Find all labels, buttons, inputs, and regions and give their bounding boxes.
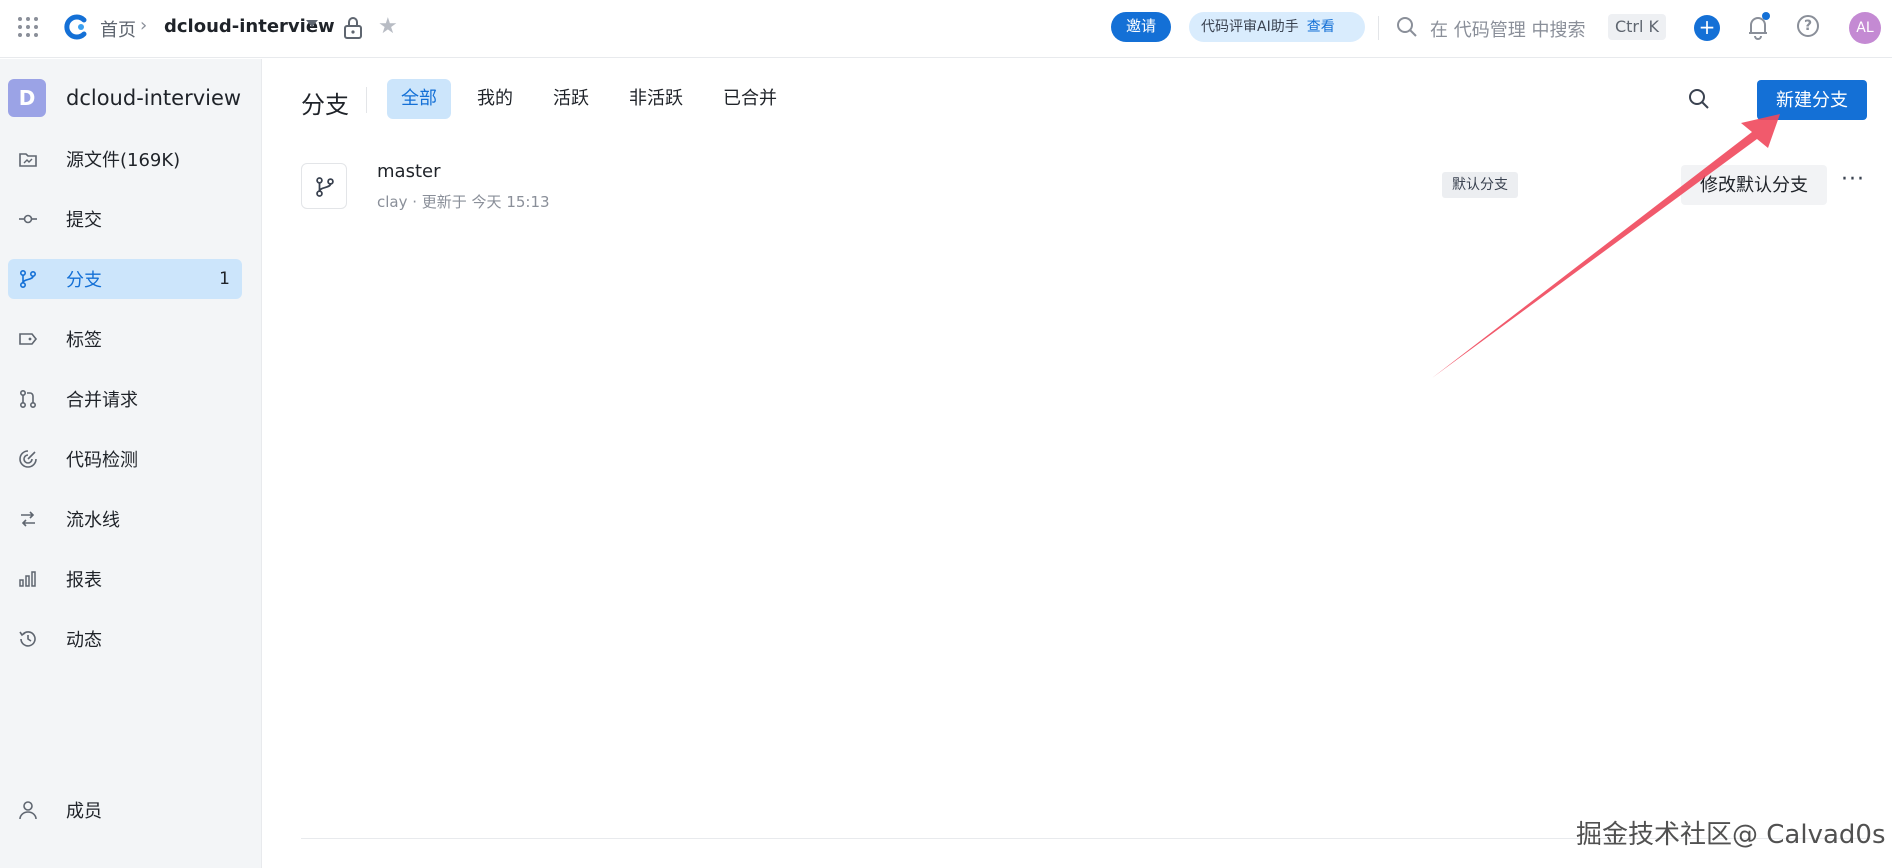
list-item: master clay · 更新于 今天 15:13 默认分支 修改默认分支 ·… xyxy=(301,159,1871,229)
sidebar-item-label: 源文件(169K) xyxy=(66,150,181,171)
create-plus-button[interactable]: + xyxy=(1694,15,1720,41)
code-scan-icon xyxy=(19,450,37,468)
filter-tabs: 全部 我的 活跃 非活跃 已合并 xyxy=(387,79,803,119)
new-branch-button[interactable]: 新建分支 xyxy=(1757,80,1867,120)
repo-name: dcloud-interview xyxy=(66,86,242,110)
change-default-branch-button[interactable]: 修改默认分支 xyxy=(1681,165,1827,205)
branch-count: 1 xyxy=(219,269,230,289)
sidebar-item-label: 提交 xyxy=(66,210,102,231)
branch-meta: clay · 更新于 今天 15:13 xyxy=(377,193,550,211)
breadcrumb-home[interactable]: 首页 xyxy=(100,16,136,42)
ai-assistant-pill[interactable]: 代码评审AI助手 查看 xyxy=(1189,12,1365,42)
chevron-right-icon: › xyxy=(140,15,148,36)
sidebar-item-label: 标签 xyxy=(66,330,102,351)
commit-icon xyxy=(19,214,37,224)
pipeline-icon xyxy=(21,511,35,527)
sidebar-item-label: 代码检测 xyxy=(66,450,138,471)
tab-merged[interactable]: 已合并 xyxy=(709,79,791,119)
sidebar-item-reports[interactable]: 报表 xyxy=(8,559,242,599)
logo-icon[interactable] xyxy=(62,13,90,41)
sidebar: D dcloud-interview 源文件(169K) 提交 分支 1 标签 … xyxy=(0,59,262,868)
lock-icon xyxy=(344,17,362,39)
repo-header[interactable]: D dcloud-interview xyxy=(8,79,241,117)
divider xyxy=(1378,16,1379,40)
search-icon[interactable] xyxy=(1396,16,1418,38)
branch-icon xyxy=(301,163,347,209)
more-icon[interactable]: ··· xyxy=(1841,167,1865,192)
top-bar: 首页 › dcloud-interview ★ 邀请 代码评审AI助手 查看 在 … xyxy=(0,0,1892,58)
sidebar-nav: 源文件(169K) 提交 分支 1 标签 合并请求 代码检测 流水线 报表 动态 xyxy=(8,139,242,679)
search-input[interactable]: 在 代码管理 中搜索 xyxy=(1430,16,1585,42)
sidebar-item-label: 流水线 xyxy=(66,510,120,531)
search-icon[interactable] xyxy=(1687,87,1711,111)
divider xyxy=(366,87,367,113)
report-icon xyxy=(19,571,36,587)
merge-request-icon xyxy=(19,389,37,409)
tab-inactive[interactable]: 非活跃 xyxy=(615,79,697,119)
notification-dot xyxy=(1762,12,1770,20)
repo-avatar: D xyxy=(8,79,46,117)
app-grid-icon[interactable] xyxy=(18,17,38,37)
ai-view-link[interactable]: 查看 xyxy=(1307,19,1335,35)
watermark: 掘金技术社区@ Calvad0s xyxy=(1576,820,1886,850)
help-icon[interactable]: ? xyxy=(1797,15,1819,37)
sidebar-item-merge-requests[interactable]: 合并请求 xyxy=(8,379,242,419)
ai-assistant-label: 代码评审AI助手 xyxy=(1201,19,1299,35)
branch-name[interactable]: master xyxy=(377,161,440,182)
sidebar-item-label: 分支 xyxy=(66,270,102,291)
tab-mine[interactable]: 我的 xyxy=(463,79,527,119)
page-title: 分支 xyxy=(301,91,349,119)
branch-icon xyxy=(19,269,37,289)
search-shortcut: Ctrl K xyxy=(1608,14,1666,40)
user-icon xyxy=(19,801,37,820)
source-files-icon xyxy=(19,153,37,167)
user-avatar[interactable]: AL xyxy=(1849,12,1881,44)
sidebar-item-label: 动态 xyxy=(66,630,102,651)
sidebar-item-commits[interactable]: 提交 xyxy=(8,199,242,239)
star-icon[interactable]: ★ xyxy=(378,15,398,39)
sidebar-item-label: 报表 xyxy=(66,570,102,591)
sidebar-item-branches[interactable]: 分支 1 xyxy=(8,259,242,299)
sidebar-item-activity[interactable]: 动态 xyxy=(8,619,242,659)
sidebar-item-label: 合并请求 xyxy=(66,390,138,411)
caret-down-icon[interactable] xyxy=(306,20,318,27)
sidebar-item-tags[interactable]: 标签 xyxy=(8,319,242,359)
sidebar-item-label: 成员 xyxy=(66,801,102,822)
sidebar-item-source[interactable]: 源文件(169K) xyxy=(8,139,242,179)
invite-button[interactable]: 邀请 xyxy=(1111,12,1171,42)
tab-all[interactable]: 全部 xyxy=(387,79,451,119)
sidebar-item-members[interactable]: 成员 xyxy=(18,797,102,823)
sidebar-item-code-scan[interactable]: 代码检测 xyxy=(8,439,242,479)
main-content: 分支 全部 我的 活跃 非活跃 已合并 新建分支 master clay · 更… xyxy=(263,59,1892,868)
default-branch-badge: 默认分支 xyxy=(1442,172,1518,198)
sidebar-item-pipeline[interactable]: 流水线 xyxy=(8,499,242,539)
tag-icon xyxy=(19,333,38,345)
history-icon xyxy=(19,631,36,647)
tab-active[interactable]: 活跃 xyxy=(539,79,603,119)
